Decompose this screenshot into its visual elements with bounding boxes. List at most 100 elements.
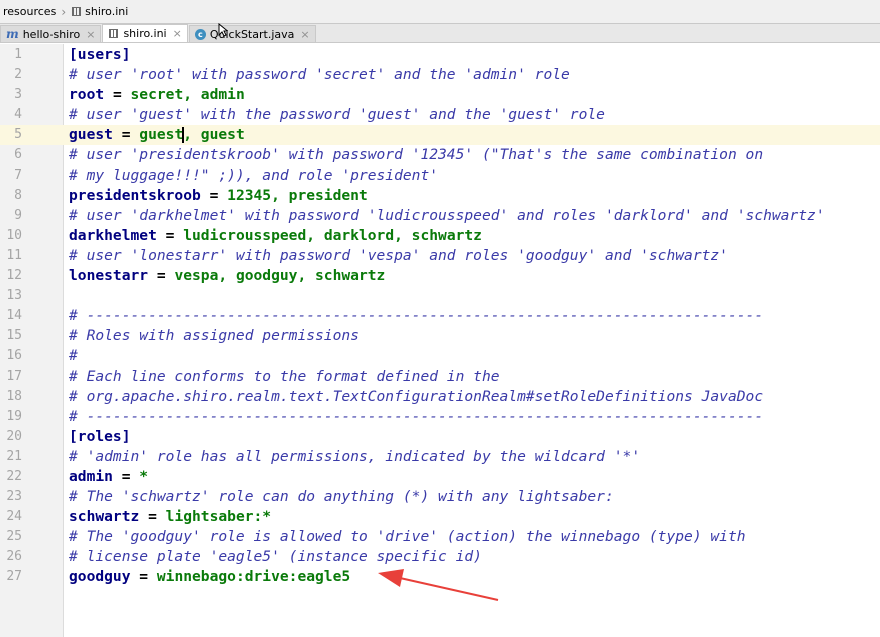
code-token-cmt: # license plate 'eagle5' (instance speci…	[69, 548, 482, 566]
code-token-key: root	[69, 86, 105, 104]
mouse-cursor-icon	[218, 23, 228, 37]
code-line[interactable]: 25 # The 'goodguy' role is allowed to 'dr…	[0, 527, 880, 547]
code-token-key: admin	[69, 467, 113, 485]
line-number: 19	[6, 408, 22, 424]
code-line[interactable]: 22 admin = *	[0, 467, 880, 487]
code-line[interactable]: 15 # Roles with assigned permissions	[0, 326, 880, 346]
code-line[interactable]: 11 # user 'lonestarr' with password 'vesp…	[0, 246, 880, 266]
code-token-eq: =	[148, 267, 175, 285]
code-line[interactable]: 17 # Each line conforms to the format def…	[0, 367, 880, 387]
chevron-right-icon: ›	[61, 4, 67, 19]
code-token-cmt: # --------------------------------------…	[69, 407, 764, 425]
code-token-cmt: # 'admin' role has all permissions, indi…	[69, 447, 641, 465]
code-token-cmt: # user 'guest' with the password 'guest'…	[69, 106, 605, 124]
code-text: # user 'darkhelmet' with password 'ludic…	[69, 206, 825, 226]
code-token-val: *	[139, 467, 149, 485]
code-token-sec: [roles]	[69, 427, 131, 445]
code-line[interactable]: 24 schwartz = lightsaber:*	[0, 507, 880, 527]
code-line[interactable]: 21 # 'admin' role has all permissions, in…	[0, 447, 880, 467]
code-line[interactable]: 3 root = secret, admin	[0, 85, 880, 105]
breadcrumb: resources › shiro.ini	[0, 0, 880, 24]
code-text: [users]	[69, 45, 131, 65]
code-line[interactable]: 5 guest = guest, guest	[0, 125, 880, 146]
tab-quickstart-java[interactable]: c QuickStart.java ×	[188, 25, 316, 42]
line-number: 15	[6, 328, 22, 344]
code-text: lonestarr = vespa, goodguy, schwartz	[69, 266, 385, 286]
code-line[interactable]: 16 #	[0, 346, 880, 366]
code-text: # user 'root' with password 'secret' and…	[69, 65, 570, 85]
code-token-eq: =	[130, 568, 157, 586]
code-line[interactable]: 27 goodguy = winnebago:drive:eagle5	[0, 567, 880, 587]
code-line[interactable]: 14 # ------------------------------------…	[0, 306, 880, 326]
code-text: admin = *	[69, 467, 148, 487]
tab-shiro-ini[interactable]: shiro.ini ×	[102, 24, 188, 42]
code-text: # Roles with assigned permissions	[69, 326, 359, 346]
line-number: 23	[6, 489, 22, 505]
code-line[interactable]: 2 # user 'root' with password 'secret' an…	[0, 65, 880, 85]
code-token-cmt: # Each line conforms to the format defin…	[69, 367, 500, 385]
code-line[interactable]: 4 # user 'guest' with the password 'guest…	[0, 105, 880, 125]
code-text: # --------------------------------------…	[69, 407, 763, 427]
code-text: # --------------------------------------…	[69, 306, 763, 326]
code-line[interactable]: 20 [roles]	[0, 427, 880, 447]
code-text: # The 'goodguy' role is allowed to 'driv…	[69, 527, 746, 547]
code-text: # 'admin' role has all permissions, indi…	[69, 447, 640, 467]
code-text: # my luggage!!!" ;)), and role 'presiden…	[69, 166, 438, 186]
close-icon[interactable]: ×	[173, 27, 182, 40]
code-line[interactable]: 8 presidentskroob = 12345, president	[0, 186, 880, 206]
code-line[interactable]: 9 # user 'darkhelmet' with password 'ludi…	[0, 206, 880, 226]
code-token-cmt: # --------------------------------------…	[69, 307, 764, 325]
code-token-key: schwartz	[69, 508, 140, 526]
tab-label: hello-shiro	[22, 27, 81, 41]
breadcrumb-item-shiro-ini[interactable]: shiro.ini	[68, 5, 131, 18]
code-text: #	[69, 346, 78, 366]
code-line[interactable]: 10 darkhelmet = ludicrousspeed, darklord,…	[0, 226, 880, 246]
line-number: 22	[6, 468, 22, 484]
close-icon[interactable]: ×	[86, 28, 95, 41]
code-lines: 1 [users] 2 # user 'root' with password 'se…	[0, 45, 880, 588]
code-token-val: 12345, president	[227, 186, 368, 204]
code-token-val: guest	[139, 126, 184, 144]
code-line[interactable]: 26 # license plate 'eagle5' (instance spe…	[0, 547, 880, 567]
line-number: 18	[6, 388, 22, 404]
code-token-cmt: # user 'lonestarr' with password 'vespa'…	[69, 246, 728, 264]
tab-label: shiro.ini	[123, 27, 167, 40]
code-text: # user 'presidentskroob' with password '…	[69, 145, 763, 165]
code-line[interactable]: 7 # my luggage!!!" ;)), and role 'preside…	[0, 166, 880, 186]
line-number: 21	[6, 448, 22, 464]
code-text: # Each line conforms to the format defin…	[69, 367, 500, 387]
code-text: darkhelmet = ludicrousspeed, darklord, s…	[69, 226, 482, 246]
code-token-val: winnebago:drive:eagle5	[156, 568, 351, 586]
code-token-eq: =	[139, 508, 166, 526]
code-text: root = secret, admin	[69, 85, 245, 105]
java-class-icon: c	[194, 28, 206, 40]
code-token-key: guest	[69, 126, 113, 144]
line-number: 1	[14, 47, 22, 62]
code-editor[interactable]: 1 [users] 2 # user 'root' with password 'se…	[0, 44, 880, 637]
code-token-val: vespa, goodguy, schwartz	[174, 267, 386, 285]
breadcrumb-label: shiro.ini	[85, 5, 129, 18]
code-text: # user 'lonestarr' with password 'vespa'…	[69, 246, 728, 266]
code-token-eq: =	[112, 467, 140, 485]
line-number: 6	[14, 147, 22, 163]
maven-module-icon: m	[6, 27, 19, 41]
code-text: schwartz = lightsaber:*	[69, 507, 271, 527]
breadcrumb-item-resources[interactable]: resources	[0, 5, 59, 18]
code-text: presidentskroob = 12345, president	[69, 186, 368, 206]
line-number: 12	[6, 268, 22, 284]
code-token-cmt: # Roles with assigned permissions	[69, 327, 359, 345]
code-token-sec: [users]	[69, 46, 131, 63]
close-icon[interactable]: ×	[300, 28, 309, 41]
code-line[interactable]: 6 # user 'presidentskroob' with password …	[0, 145, 880, 165]
code-line[interactable]: 23 # The 'schwartz' role can do anything …	[0, 487, 880, 507]
code-line[interactable]: 19 # ------------------------------------…	[0, 407, 880, 427]
code-line[interactable]: 12 lonestarr = vespa, goodguy, schwartz	[0, 266, 880, 286]
code-token-val: lightsaber:*	[165, 508, 272, 526]
code-token-val: secret, admin	[130, 86, 245, 104]
line-number: 17	[6, 368, 22, 384]
code-line[interactable]: 13	[0, 286, 880, 306]
code-line[interactable]: 18 # org.apache.shiro.realm.text.TextConf…	[0, 387, 880, 407]
tab-hello-shiro[interactable]: m hello-shiro ×	[0, 25, 102, 42]
code-line[interactable]: 1 [users]	[0, 45, 880, 65]
code-token-cmt: # The 'goodguy' role is allowed to 'driv…	[69, 528, 746, 546]
